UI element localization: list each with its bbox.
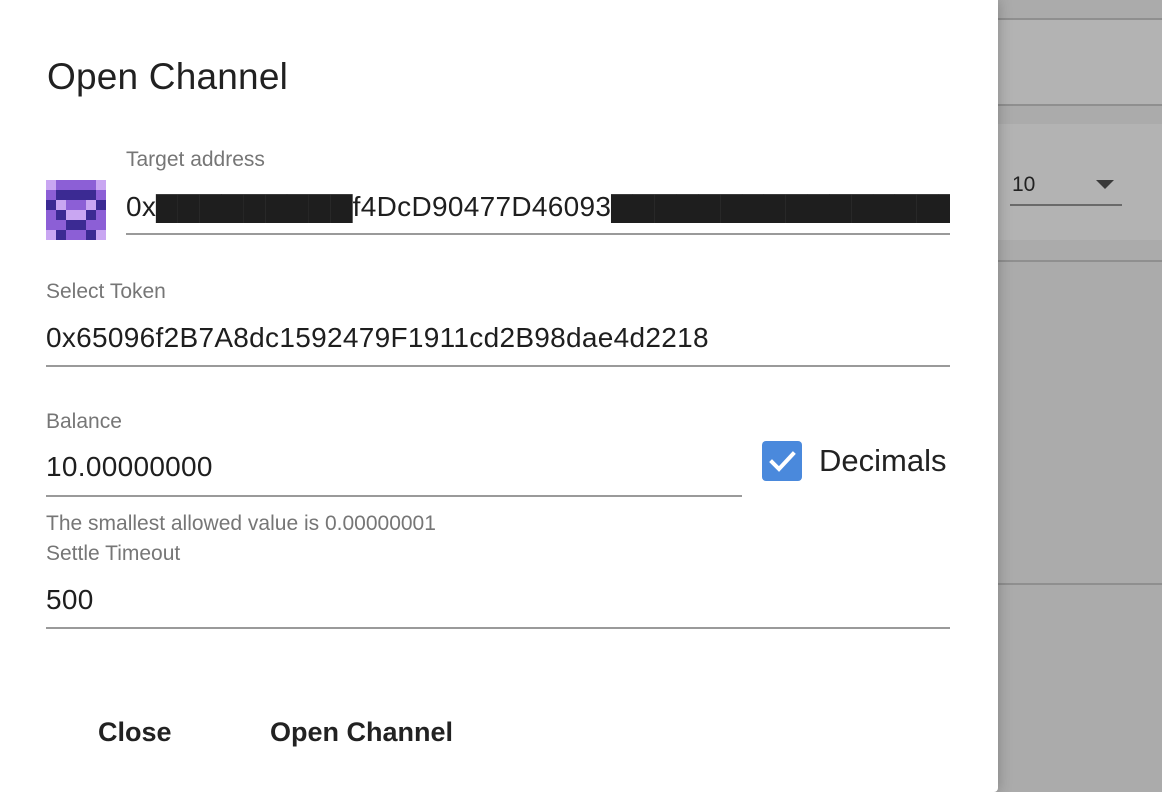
avatar-pixel xyxy=(66,210,76,220)
settle-timeout-underline xyxy=(46,627,950,629)
avatar-pixel xyxy=(66,200,76,210)
balance-hint: The smallest allowed value is 0.00000001 xyxy=(46,512,436,535)
avatar-pixel xyxy=(76,190,86,200)
avatar-pixel xyxy=(46,230,56,240)
page-size-select[interactable]: 10 xyxy=(1010,166,1122,206)
balance-field: Balance xyxy=(46,410,742,500)
settle-timeout-label: Settle Timeout xyxy=(46,542,181,565)
target-address-field: Target address xyxy=(126,148,950,238)
target-address-input[interactable] xyxy=(126,188,950,224)
page-size-value: 10 xyxy=(1012,173,1036,196)
select-token-underline xyxy=(46,365,950,367)
open-channel-dialog: Open Channel Target address Select Token… xyxy=(0,0,998,792)
dialog-title: Open Channel xyxy=(47,56,289,97)
avatar-pixel xyxy=(56,180,66,190)
identicon-avatar xyxy=(46,180,106,240)
target-address-label: Target address xyxy=(126,148,265,171)
avatar-pixel xyxy=(46,220,56,230)
select-token-label: Select Token xyxy=(46,280,166,303)
avatar-pixel xyxy=(66,220,76,230)
avatar-pixel xyxy=(56,200,66,210)
background-divider xyxy=(998,583,1162,585)
balance-underline xyxy=(46,495,742,497)
avatar-pixel xyxy=(56,220,66,230)
avatar-pixel xyxy=(86,210,96,220)
checkmark-icon xyxy=(769,451,796,472)
avatar-pixel xyxy=(76,210,86,220)
avatar-pixel xyxy=(96,200,106,210)
avatar-pixel xyxy=(76,220,86,230)
avatar-pixel xyxy=(76,230,86,240)
avatar-pixel xyxy=(66,190,76,200)
avatar-pixel xyxy=(96,180,106,190)
close-button[interactable]: Close xyxy=(86,710,184,754)
avatar-pixel xyxy=(96,220,106,230)
avatar-pixel xyxy=(96,190,106,200)
dropdown-arrow-icon xyxy=(1096,180,1114,189)
avatar-pixel xyxy=(76,200,86,210)
avatar-pixel xyxy=(86,230,96,240)
decimals-checkbox[interactable] xyxy=(762,441,802,481)
avatar-pixel xyxy=(66,180,76,190)
open-channel-button[interactable]: Open Channel xyxy=(258,710,465,754)
avatar-pixel xyxy=(56,210,66,220)
decimals-label: Decimals xyxy=(819,443,947,478)
avatar-pixel xyxy=(86,180,96,190)
balance-label: Balance xyxy=(46,410,122,433)
avatar-pixel xyxy=(86,220,96,230)
settle-timeout-input[interactable] xyxy=(46,582,950,618)
select-token-field[interactable]: Select Token xyxy=(46,280,950,370)
target-address-underline xyxy=(126,233,950,235)
background-panel xyxy=(998,20,1162,104)
avatar-pixel xyxy=(76,180,86,190)
avatar-pixel xyxy=(56,190,66,200)
avatar-pixel xyxy=(66,230,76,240)
avatar-pixel xyxy=(46,200,56,210)
avatar-pixel xyxy=(46,210,56,220)
background-divider xyxy=(998,104,1162,106)
avatar-pixel xyxy=(56,230,66,240)
select-token-input[interactable] xyxy=(46,320,950,356)
avatar-pixel xyxy=(86,190,96,200)
avatar-pixel xyxy=(86,200,96,210)
balance-input[interactable] xyxy=(46,449,742,485)
background-divider xyxy=(998,260,1162,262)
settle-timeout-field: Settle Timeout xyxy=(46,542,950,632)
avatar-pixel xyxy=(96,210,106,220)
avatar-pixel xyxy=(46,190,56,200)
avatar-pixel xyxy=(46,180,56,190)
avatar-pixel xyxy=(96,230,106,240)
